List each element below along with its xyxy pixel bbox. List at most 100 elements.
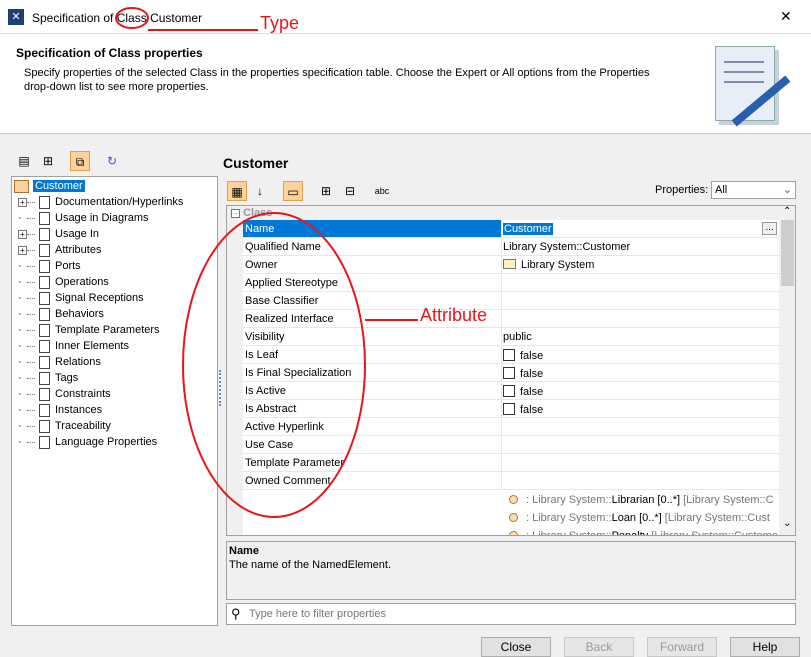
checkbox[interactable] [503,367,515,379]
app-icon: ✕ [8,9,24,25]
copy-view-icon[interactable]: ⧉ [70,151,90,171]
tree-item[interactable]: · Usage in Diagrams [18,210,149,226]
vertical-scrollbar[interactable]: ⌃ ⌄ [779,206,795,535]
property-row[interactable]: Template Parameter [243,454,779,472]
group-class[interactable]: − Class [231,207,272,219]
scrollbar-thumb[interactable] [781,220,794,286]
description-toggle-icon[interactable]: ▭ [283,181,303,201]
properties-table[interactable]: − Class ⌃ ⌄ Name Customer... Qualified Nam… [226,205,796,536]
property-value[interactable]: false [520,350,543,362]
collapse-icon[interactable]: − [231,208,240,218]
tree-item[interactable]: · Ports [18,258,81,274]
tree-item[interactable]: · Constraints [18,386,111,402]
tree-item[interactable]: · Behaviors [18,306,104,322]
property-value[interactable]: public [503,331,532,343]
property-row[interactable]: Owner Library System [243,256,779,274]
collapse-all-icon[interactable]: ⊟ [340,181,360,201]
property-row[interactable]: Name Customer... [243,220,779,238]
close-window-button[interactable]: ✕ [780,8,792,25]
splitter-handle[interactable] [219,370,222,406]
close-button[interactable]: Close [481,637,551,657]
checkbox[interactable] [503,349,515,361]
property-row[interactable]: Applied Stereotype [243,274,779,292]
scroll-up-icon[interactable]: ⌃ [783,206,791,217]
tree-item[interactable]: · Traceability [18,418,111,434]
chevron-down-icon: ⌄ [782,184,792,196]
page-icon [39,195,50,209]
tree-item[interactable]: · Operations [18,274,109,290]
tree-item[interactable]: · Tags [18,370,78,386]
property-value[interactable]: false [520,368,543,380]
tree-line: · [18,260,22,272]
filter-input[interactable]: ⚲ Type here to filter properties [226,603,796,625]
property-value[interactable]: Customer [504,223,552,235]
page-icon [39,435,50,449]
assoc-prefix: : Library System:: [526,530,612,536]
page-icon [39,211,50,225]
page-icon [39,419,50,433]
back-button[interactable]: Back [564,637,634,657]
tree-root-label: Customer [33,180,85,192]
tree-item[interactable]: · Template Parameters [18,322,160,338]
tree-item[interactable]: · Instances [18,402,102,418]
property-row[interactable]: Is Abstract false [243,400,779,418]
tree-item-label: Template Parameters [55,324,160,336]
help-button[interactable]: Help [730,637,800,657]
page-icon [39,307,50,321]
association-item[interactable]: : Library System::Penalty [Library Syste… [509,530,778,536]
property-row[interactable]: Is Active false [243,382,779,400]
property-row[interactable]: Visibility public [243,328,779,346]
edit-ellipsis-button[interactable]: ... [762,222,777,235]
page-icon [39,355,50,369]
navigation-tree[interactable]: Customer + Documentation/Hyperlinks · Usage… [11,176,218,626]
scroll-down-icon[interactable]: ⌄ [783,518,791,529]
tree-item[interactable]: + Attributes [18,242,101,258]
property-row[interactable]: Is Final Specialization false [243,364,779,382]
tree-item-label: Ports [55,260,81,272]
expand-icon[interactable]: + [18,197,27,207]
tree-item[interactable]: + Documentation/Hyperlinks [18,194,183,210]
tree-item[interactable]: · Relations [18,354,101,370]
property-row[interactable]: Is Leaf false [243,346,779,364]
assoc-prefix: : Library System:: [526,512,612,524]
property-row[interactable]: Qualified Name Library System::Customer [243,238,779,256]
description-title: Name [229,545,259,557]
property-value[interactable]: false [520,404,543,416]
spelling-icon[interactable]: abc [372,181,392,201]
tree-item[interactable]: · Language Properties [18,434,157,450]
tree-item-label: Attributes [55,244,102,256]
page-icon [39,243,50,257]
association-item[interactable]: : Library System::Librarian [0..*] [Libr… [509,494,774,506]
expand-icon[interactable]: + [18,245,27,255]
tree-item[interactable]: + Usage In [18,226,99,242]
property-value[interactable]: Library System [521,259,594,271]
tree-item[interactable]: · Signal Receptions [18,290,144,306]
refresh-icon[interactable]: ↻ [102,151,122,171]
title-bar: ✕ Specification of Class Customer ✕ [0,0,811,34]
property-row[interactable]: Owned Comment [243,472,779,490]
property-value[interactable]: Library System::Customer [503,241,630,253]
checkbox[interactable] [503,403,515,415]
property-name: Base Classifier [245,295,319,307]
table-view-icon[interactable]: ▤ [14,151,34,171]
property-name: Qualified Name [245,241,321,253]
property-row[interactable]: Active Hyperlink [243,418,779,436]
properties-dropdown[interactable]: All ⌄ [711,181,796,199]
tree-view-icon[interactable]: ⊞ [38,151,58,171]
property-row[interactable]: Base Classifier [243,292,779,310]
categorized-view-icon[interactable]: ▦ [227,181,247,201]
window-title: Specification of Class Customer [32,11,202,25]
property-row[interactable]: Realized Interface [243,310,779,328]
association-item[interactable]: : Library System::Loan [0..*] [Library S… [509,512,770,524]
checkbox[interactable] [503,385,515,397]
forward-button[interactable]: Forward [647,637,717,657]
tree-item[interactable]: · Inner Elements [18,338,129,354]
tree-root[interactable]: Customer [14,178,85,194]
expand-all-icon[interactable]: ⊞ [316,181,336,201]
expand-icon[interactable]: + [18,229,27,239]
sort-alphabetical-icon[interactable]: ↓ [250,181,270,201]
property-value[interactable]: false [520,386,543,398]
assoc-suffix: [Library System::Cust [661,512,770,524]
property-row[interactable]: Use Case [243,436,779,454]
tree-item-label: Operations [55,276,109,288]
